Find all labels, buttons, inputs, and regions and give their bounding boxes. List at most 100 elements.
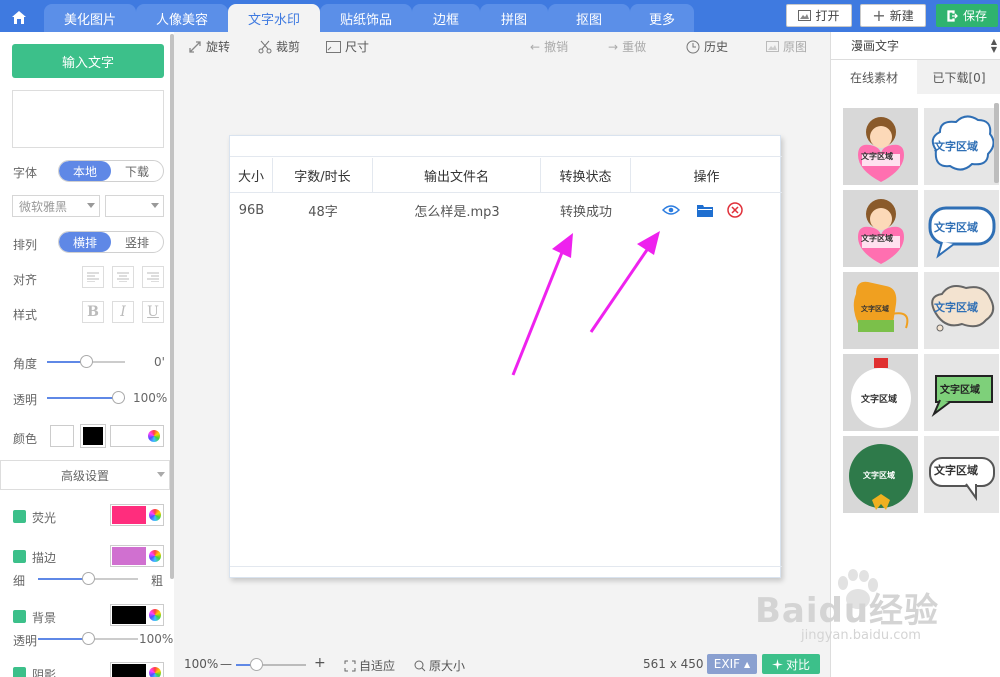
rotate-icon — [189, 40, 201, 53]
col-header-actions: 操作 — [693, 169, 720, 185]
tab-downloaded[interactable]: 已下载[0] — [917, 60, 1000, 94]
font-source-local[interactable]: 本地 — [59, 161, 111, 181]
exif-button[interactable]: EXIF ▲ — [707, 654, 757, 674]
sticker-christmas-wreath[interactable]: 文字区域 — [843, 436, 918, 513]
advanced-settings-button[interactable]: 高级设置 — [0, 460, 170, 490]
custom-color-picker[interactable] — [110, 425, 164, 447]
glow-checkbox[interactable] — [13, 510, 26, 523]
tab-collage[interactable]: 拼图 — [480, 4, 548, 32]
font-family-select[interactable]: 微软雅黑 — [12, 195, 100, 217]
fit-button[interactable]: 自适应 — [344, 657, 395, 674]
sticker-mitten[interactable]: 文字区域 — [843, 272, 918, 349]
chevron-down-icon — [151, 203, 159, 208]
sticker-thought-bubble[interactable]: 文字区域 — [924, 272, 999, 349]
color-swatch-white[interactable] — [50, 425, 74, 447]
watermark-brand: Baidu经验 — [755, 591, 940, 631]
color-swatch-black[interactable] — [80, 424, 106, 448]
bold-button[interactable]: B — [82, 301, 104, 323]
original-button[interactable]: 原图 — [766, 38, 807, 55]
sticker-cloud-bubble-1[interactable]: 文字区域 — [924, 108, 999, 185]
stroke-width-slider[interactable] — [38, 572, 138, 585]
size-button[interactable]: 尺寸 — [326, 38, 369, 55]
save-button[interactable]: 保存 — [936, 4, 998, 27]
preview-button[interactable] — [660, 199, 682, 221]
home-button[interactable] — [4, 4, 34, 30]
edit-toolbar: 旋转 裁剪 尺寸 ← 撤销 → 重做 历史 原图 — [174, 32, 830, 60]
angle-slider[interactable] — [47, 355, 125, 368]
category-select[interactable]: 漫画文字 ▲ ▼ — [831, 32, 1000, 60]
right-panel-scrollbar[interactable] — [994, 103, 999, 183]
stroke-slider-knob[interactable] — [82, 572, 95, 585]
opacity-slider-knob[interactable] — [112, 391, 125, 404]
color-wheel-icon — [149, 609, 161, 621]
original-size-button[interactable]: 原大小 — [414, 657, 465, 674]
angle-slider-knob[interactable] — [80, 355, 93, 368]
tab-border[interactable]: 边框 — [412, 4, 480, 32]
underline-button[interactable]: U — [142, 301, 164, 323]
italic-button[interactable]: I — [112, 301, 134, 323]
font-source-download[interactable]: 下载 — [111, 161, 163, 181]
font-size-select[interactable] — [105, 195, 164, 217]
background-checkbox[interactable] — [13, 610, 26, 623]
input-text-button[interactable]: 输入文字 — [12, 44, 164, 78]
tab-online-material[interactable]: 在线素材 — [831, 60, 917, 94]
shadow-color-picker[interactable] — [110, 662, 164, 677]
background-color-picker[interactable] — [110, 604, 164, 626]
sticker-girl-heart-1[interactable]: 文字区域 — [843, 108, 918, 185]
rotate-button[interactable]: 旋转 — [188, 38, 230, 55]
zoom-in-button[interactable]: + — [314, 655, 326, 671]
align-left-button[interactable] — [82, 266, 104, 288]
crop-button[interactable]: 裁剪 — [258, 38, 300, 55]
undo-button[interactable]: ← 撤销 — [530, 38, 568, 55]
bg-opacity-label: 透明 — [13, 634, 38, 648]
opacity-slider[interactable] — [47, 391, 125, 404]
glow-color-picker[interactable] — [110, 504, 164, 526]
stroke-color-swatch — [112, 547, 146, 565]
tab-more[interactable]: 更多 — [630, 4, 694, 32]
bg-opacity-slider-knob[interactable] — [82, 632, 95, 645]
color-label: 颜色 — [13, 432, 38, 446]
angle-value: 0' — [154, 355, 165, 369]
shadow-checkbox[interactable] — [13, 667, 26, 677]
sticker-plain-bubble[interactable]: 文字区域 — [924, 436, 999, 513]
tab-portrait[interactable]: 人像美容 — [136, 4, 228, 32]
sticker-text: 文字区域 — [861, 395, 898, 405]
arrange-vertical[interactable]: 竖排 — [111, 232, 163, 252]
sticker-green-box[interactable]: 文字区域 — [924, 354, 999, 431]
zoom-slider-knob[interactable] — [250, 658, 263, 671]
arrange-horizontal[interactable]: 横排 — [59, 232, 111, 252]
delete-button[interactable] — [724, 199, 746, 221]
sticker-speech-bubble-1[interactable]: 文字区域 — [924, 190, 999, 267]
stroke-thin-label: 细 — [13, 574, 26, 588]
sticker-text: 文字区域 — [934, 140, 978, 153]
open-button[interactable]: 打开 — [786, 4, 852, 27]
stroke-checkbox[interactable] — [13, 550, 26, 563]
history-button[interactable]: 历史 — [686, 38, 728, 55]
open-folder-button[interactable] — [694, 199, 716, 221]
zoom-slider[interactable] — [236, 658, 306, 671]
tab-text-watermark[interactable]: 文字水印 — [228, 4, 320, 32]
redo-button[interactable]: → 重做 — [608, 38, 646, 55]
image-icon — [798, 10, 812, 21]
sticker-snow-circle[interactable]: 文字区域 — [843, 354, 918, 431]
sticker-girl-heart-2[interactable]: 文字区域 — [843, 190, 918, 267]
bg-opacity-slider[interactable] — [38, 632, 138, 645]
zoom-out-button[interactable]: — — [220, 657, 232, 671]
stroke-thick-label: 粗 — [151, 574, 164, 588]
open-label: 打开 — [815, 9, 840, 23]
bg-opacity-value: 100% — [139, 632, 174, 646]
edited-image[interactable]: 大小 字数/时长 输出文件名 转换状态 操作 96B 48字 怎么样是.mp3 … — [229, 135, 782, 578]
stroke-color-picker[interactable] — [110, 545, 164, 567]
tab-beautify[interactable]: 美化图片 — [44, 4, 136, 32]
new-button[interactable]: + 新建 — [860, 4, 926, 27]
rotate-label: 旋转 — [206, 40, 231, 54]
compare-button[interactable]: 对比 — [762, 654, 820, 674]
size-label: 尺寸 — [345, 40, 370, 54]
text-input-area[interactable] — [12, 90, 164, 148]
watermark: Baidu经验 jingyan.baidu.com — [755, 569, 940, 643]
align-right-button[interactable] — [142, 266, 164, 288]
tab-cutout[interactable]: 抠图 — [548, 4, 630, 32]
align-center-button[interactable] — [112, 266, 134, 288]
tab-stickers[interactable]: 贴纸饰品 — [320, 4, 412, 32]
table-header-divider — [230, 192, 782, 193]
